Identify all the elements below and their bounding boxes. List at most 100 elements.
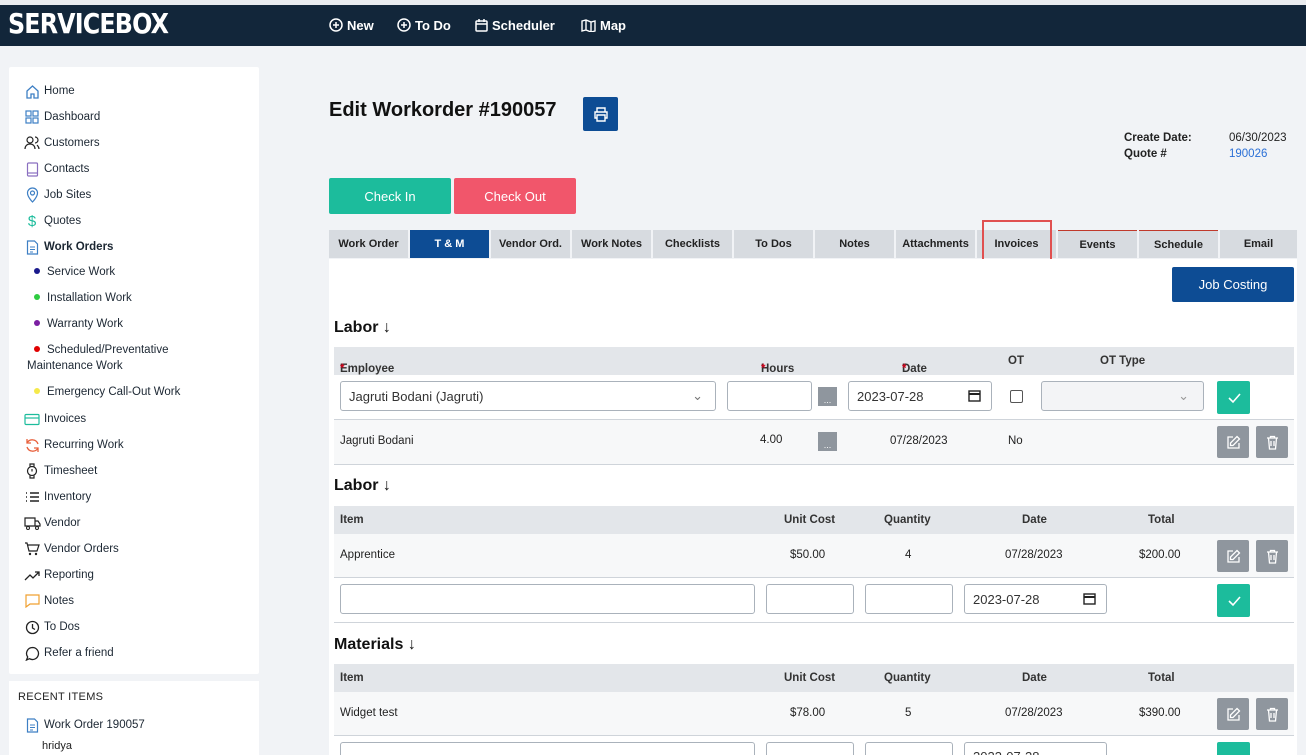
sidebar-sub-installation-work[interactable]: Installation Work — [34, 290, 132, 306]
sidebar-item-reporting[interactable]: Reporting — [23, 567, 94, 583]
material-item-input[interactable] — [340, 742, 755, 755]
row-hours-more-button[interactable]: ... — [818, 432, 837, 451]
page-title: Edit Workorder #190057 — [329, 99, 557, 121]
material-quantity-input[interactable] — [865, 742, 953, 755]
header-text: Employee — [340, 363, 395, 375]
calendar-icon[interactable] — [1083, 592, 1096, 608]
brand-logo[interactable]: SERVICEBOX — [8, 7, 169, 40]
sidebar-item-contacts[interactable]: Contacts — [23, 161, 89, 177]
tab-events[interactable]: Events — [1058, 230, 1137, 258]
tab-checklists[interactable]: Checklists — [653, 230, 732, 258]
sidebar-item-vendor[interactable]: Vendor — [23, 515, 80, 531]
sidebar-sub-scheduled-work-line2[interactable]: Maintenance Work — [27, 358, 123, 374]
check-in-button[interactable]: Check In — [329, 178, 451, 214]
sidebar-sub-scheduled-work[interactable]: Scheduled/Preventative — [34, 342, 168, 358]
sidebar-item-vendor-orders[interactable]: Vendor Orders — [23, 541, 119, 557]
arrow-down-icon[interactable]: ↓ — [378, 477, 391, 494]
sidebar-item-invoices[interactable]: Invoices — [23, 411, 86, 427]
delete-button[interactable] — [1256, 698, 1288, 730]
edit-button[interactable] — [1217, 540, 1249, 572]
arrow-down-icon[interactable]: ↓ — [403, 636, 416, 653]
sidebar-sub-warranty-work[interactable]: Warranty Work — [34, 316, 123, 332]
row-total: $200.00 — [1139, 549, 1181, 561]
confirm-item-button[interactable] — [1217, 584, 1250, 617]
sidebar-item-dashboard[interactable]: Dashboard — [23, 109, 100, 125]
sidebar-item-label: Vendor — [44, 517, 81, 529]
hours-more-button[interactable]: ... — [818, 387, 837, 406]
edit-button[interactable] — [1217, 426, 1249, 458]
sidebar-item-label: Notes — [44, 595, 75, 607]
nav-map[interactable]: Map — [581, 5, 626, 45]
nav-scheduler[interactable]: Scheduler — [475, 5, 555, 45]
required-mark: * — [340, 363, 345, 375]
printer-icon — [593, 106, 608, 122]
confirm-labor-button[interactable] — [1217, 381, 1250, 414]
sidebar-item-home[interactable]: Home — [23, 83, 75, 99]
sidebar-item-inventory[interactable]: Inventory — [23, 489, 91, 505]
arrow-down-icon[interactable]: ↓ — [378, 319, 391, 336]
tab-work-notes[interactable]: Work Notes — [572, 230, 651, 258]
tab-vendor-ord[interactable]: Vendor Ord. — [491, 230, 570, 258]
status-dot — [34, 268, 40, 274]
calendar-icon[interactable] — [968, 389, 981, 405]
edit-button[interactable] — [1217, 698, 1249, 730]
material-date-input[interactable]: 2023-07-28 — [964, 742, 1107, 755]
check-icon — [1227, 392, 1241, 403]
recent-item-workorder[interactable]: Work Order 190057 — [23, 717, 145, 733]
job-costing-button[interactable]: Job Costing — [1172, 267, 1294, 302]
ot-type-select[interactable]: ⌄ — [1041, 381, 1204, 411]
item-input[interactable] — [340, 584, 755, 614]
sidebar-item-customers[interactable]: Customers — [23, 135, 100, 151]
print-button[interactable] — [583, 97, 618, 131]
tab-attachments[interactable]: Attachments — [896, 230, 975, 258]
check-out-button[interactable]: Check Out — [454, 178, 576, 214]
sidebar-item-recurring-work[interactable]: Recurring Work — [23, 437, 124, 453]
tab-work-order[interactable]: Work Order — [329, 230, 408, 258]
sidebar-item-timesheet[interactable]: Timesheet — [23, 463, 97, 479]
confirm-material-button[interactable] — [1217, 742, 1250, 755]
materials-section-title: Materials ↓ — [334, 636, 416, 654]
hours-input[interactable] — [727, 381, 812, 411]
date-input[interactable]: 2023-07-28 — [964, 584, 1107, 614]
row-employee: Jagruti Bodani — [340, 435, 414, 447]
tab-email[interactable]: Email — [1220, 230, 1297, 258]
location-pin-icon — [23, 187, 41, 203]
header-quantity: Quantity — [884, 514, 931, 526]
header-item: Item — [340, 672, 364, 684]
sidebar-sub-label: Maintenance Work — [27, 360, 123, 372]
sidebar-item-label: Contacts — [44, 163, 90, 175]
header-date: Date — [1022, 672, 1047, 684]
tab-notes[interactable]: Notes — [815, 230, 894, 258]
delete-button[interactable] — [1256, 540, 1288, 572]
date-input[interactable]: 2023-07-28 — [848, 381, 992, 411]
nav-new[interactable]: New — [329, 5, 374, 45]
sidebar-item-notes[interactable]: Notes — [23, 593, 74, 609]
sidebar-item-refer-friend[interactable]: Refer a friend — [23, 645, 114, 661]
materials-header: Item Unit Cost Quantity Date Total — [334, 664, 1294, 692]
employee-select[interactable]: Jagruti Bodani (Jagruti) ⌄ — [340, 381, 716, 411]
delete-button[interactable] — [1256, 426, 1288, 458]
row-item: Widget test — [340, 707, 398, 719]
calendar-icon — [475, 18, 488, 32]
quote-link[interactable]: 190026 — [1229, 148, 1267, 160]
tab-schedule[interactable]: Schedule — [1139, 230, 1218, 258]
sidebar-item-work-orders[interactable]: Work Orders — [23, 239, 113, 255]
ot-checkbox[interactable] — [1010, 390, 1023, 403]
sidebar-item-label: Customers — [44, 137, 100, 149]
sidebar-item-label: Refer a friend — [44, 647, 114, 659]
sidebar-sub-service-work[interactable]: Service Work — [34, 264, 115, 280]
nav-todo[interactable]: To Do — [397, 5, 451, 45]
table-row: Apprentice $50.00 4 07/28/2023 $200.00 — [334, 534, 1294, 578]
sidebar-sub-label: Scheduled/Preventative — [47, 344, 169, 356]
header-text: Hours — [761, 363, 795, 375]
sidebar-item-quotes[interactable]: $ Quotes — [23, 213, 81, 230]
sidebar-item-label: Job Sites — [44, 189, 92, 201]
tab-todos[interactable]: To Dos — [734, 230, 813, 258]
quantity-input[interactable] — [865, 584, 953, 614]
sidebar-item-todos[interactable]: To Dos — [23, 619, 80, 635]
tab-t-and-m[interactable]: T & M — [410, 230, 489, 258]
sidebar-sub-emergency-work[interactable]: Emergency Call-Out Work — [34, 384, 180, 400]
material-unit-cost-input[interactable] — [766, 742, 854, 755]
unit-cost-input[interactable] — [766, 584, 854, 614]
sidebar-item-job-sites[interactable]: Job Sites — [23, 187, 91, 203]
